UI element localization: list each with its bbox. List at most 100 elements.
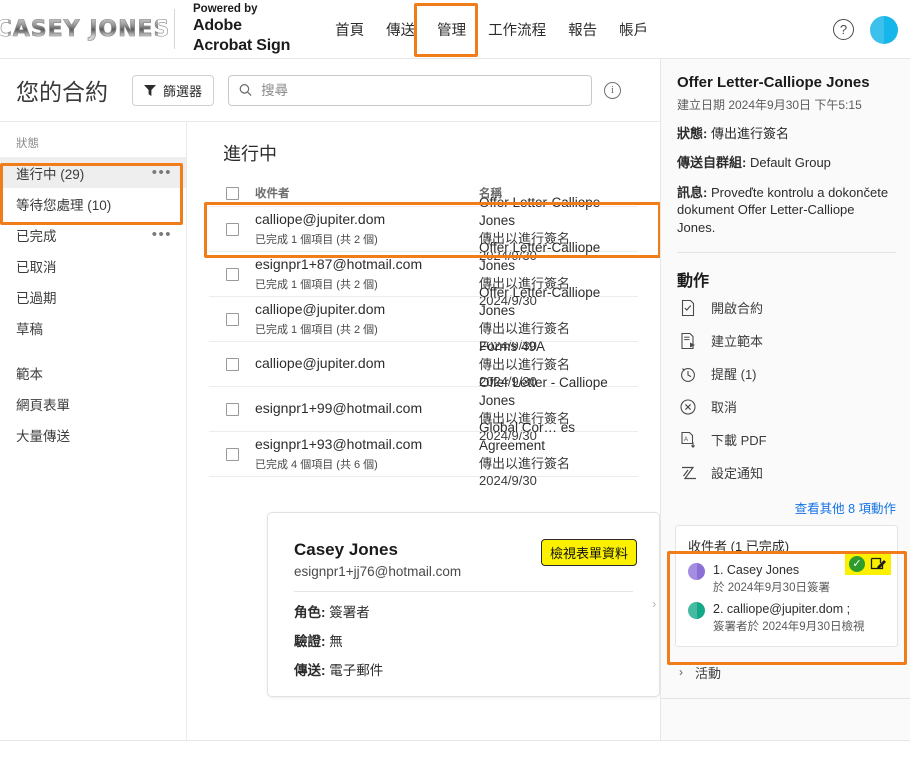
detail-card-delivery: 傳送: 電子郵件 [268,650,659,679]
activity-label: 活動 [695,665,722,681]
filter-label: 篩選器 [163,83,203,99]
chevron-right-icon[interactable]: › [652,597,660,611]
recipient-detail-card: Casey Jones esignpr1+jj76@hotmail.com 檢視… [267,512,660,697]
recipient-email: calliope@jupiter.dom [255,355,386,372]
recipient-name: 1. Casey Jones [713,563,800,578]
sidebar-item-draft[interactable]: 草稿 [0,312,186,343]
sidebar-item-bulk-send[interactable]: 大量傳送 [0,419,186,450]
nav-home[interactable]: 首頁 [324,12,375,47]
panel-message-field: 訊息: Proveďte kontrolu a dokončete dokume… [661,172,910,237]
search-box[interactable] [228,74,593,106]
row-select-cell [209,222,255,236]
brand-divider [174,9,175,49]
auth-value: 無 [329,634,343,649]
action-reminder[interactable]: 提醒 (1) [661,357,910,390]
sidebar-divider-gap [0,343,186,357]
acrobat-sign-label: Acrobat Sign [193,37,291,54]
table-row[interactable]: esignpr1+93@hotmail.com 已完成 4 個項目 (共 6 個… [209,420,638,488]
row-checkbox[interactable] [225,447,239,461]
recipient-email: calliope@jupiter.dom [255,301,386,318]
row-recipient-cell: esignpr1+99@hotmail.com [255,400,479,418]
row-recipient-cell: calliope@jupiter.dom [255,355,479,373]
nav-send[interactable]: 傳送 [375,12,426,47]
row-recipient-cell: calliope@jupiter.dom 已完成 1 個項目 (共 2 個) [255,211,479,247]
row-select-cell [209,447,255,461]
panel-group-field: 傳送自群組: Default Group [661,142,910,172]
recipient-info: 2. calliope@jupiter.dom ; 簽署者於 2024年9月30… [713,601,864,634]
more-actions-link[interactable]: 查看其他 8 項動作 [661,489,910,517]
agreement-name: Offer Letter-Calliope Jones [479,285,601,318]
agreement-name: Offer Letter-Calliope Jones [479,195,601,228]
view-form-data-button[interactable]: 檢視表單資料 [540,539,637,566]
recipient-calliope[interactable]: 2. calliope@jupiter.dom ; 簽署者於 2024年9月30… [688,601,887,634]
sidebar-item-templates[interactable]: 範本 [0,357,186,388]
funnel-icon [144,84,156,96]
action-set-notification[interactable]: 設定通知 [661,456,910,489]
sidebar-item-in-progress[interactable]: 進行中 (29) ••• [0,157,186,188]
action-download-pdf[interactable]: A 下載 PDF [661,423,910,456]
row-recipient-cell: calliope@jupiter.dom 已完成 1 個項目 (共 2 個) [255,301,479,337]
row-checkbox[interactable] [225,357,239,371]
recipient-email: esignpr1+87@hotmail.com [255,256,423,273]
agreement-status: 傳出以進行簽名 [479,356,571,372]
action-cancel[interactable]: 取消 [661,390,910,423]
action-label: 建立範本 [711,334,764,350]
document-check-icon [681,299,695,316]
nav-account[interactable]: 帳戶 [608,12,659,47]
search-input[interactable] [261,82,582,98]
select-all-cell [209,186,255,200]
info-icon[interactable]: i [604,81,622,99]
select-all-checkbox[interactable] [225,186,239,200]
row-checkbox[interactable] [225,222,239,236]
nav-reports[interactable]: 報告 [557,12,608,47]
adobe-acrobat-sign-branding: Powered by Adobe Acrobat Sign [193,2,290,55]
action-label: 取消 [711,400,738,416]
row-checkbox[interactable] [225,267,239,281]
footer-bar [0,740,910,768]
powered-by-label: Powered by [193,3,258,16]
detail-card-role: 角色: 簽署者 [268,592,659,621]
activity-section-toggle[interactable]: › 活動 [661,647,910,682]
adobe-label: Adobe [193,17,242,35]
nav-manage[interactable]: 管理 [426,12,477,47]
action-create-template[interactable]: 建立範本 [661,324,910,357]
nav-workflow[interactable]: 工作流程 [477,12,557,47]
cancel-circle-icon [680,399,696,415]
action-open-agreement[interactable]: 開啟合約 [661,291,910,324]
sidebar-item-completed[interactable]: 已完成 ••• [0,219,186,250]
row-checkbox[interactable] [225,312,239,326]
recipients-box: 收件者 (1 已完成) 1. Casey Jones 於 2024年9月30日簽… [675,525,898,647]
sidebar-item-expired[interactable]: 已過期 [0,281,186,312]
recipient-email: calliope@jupiter.dom [255,211,386,228]
row-select-cell [209,267,255,281]
row-name-cell: Global Cor… es Agreement 傳出以進行簽名 2024/9/… [479,419,638,489]
user-avatar[interactable] [870,15,898,44]
chevron-right-icon: › [679,665,683,680]
action-label: 開啟合約 [711,301,764,317]
table-row[interactable]: calliope@jupiter.dom 已完成 1 個項目 (共 2 個) O… [209,285,638,353]
filter-button[interactable]: 篩選器 [132,74,215,106]
sidebar-item-cancelled[interactable]: 已取消 [0,250,186,281]
sidebar-item-label: 已完成 [16,228,57,244]
sidebar-section-label: 狀態 [16,138,39,150]
top-bar-right-controls: ? [833,0,898,59]
sidebar-item-label: 進行中 (29) [16,166,85,182]
help-icon[interactable]: ? [833,19,854,40]
edit-signature-icon[interactable] [870,555,887,572]
panel-status-value: 傳出進行簽名 [710,125,789,141]
sidebar-more-icon[interactable]: ••• [152,226,172,243]
row-checkbox[interactable] [225,402,239,416]
sidebar-more-icon[interactable]: ••• [152,164,172,181]
recipient-status: 簽署者於 2024年9月30日檢視 [713,620,865,633]
action-label: 下載 PDF [711,433,767,449]
panel-status-label: 狀態: [677,125,708,141]
sidebar-item-waiting-for-you[interactable]: 等待您處理 (10) [0,188,186,219]
template-icon [681,332,695,349]
top-navigation-bar: CASEY JONES Powered by Adobe Acrobat Sig… [0,0,910,59]
page-title: 您的合約 [16,79,108,105]
sidebar-item-web-forms[interactable]: 網頁表單 [0,388,186,419]
search-icon [239,84,252,97]
row-select-cell [209,312,255,326]
panel-message-label: 訊息: [677,184,708,200]
left-sidebar: 狀態 進行中 (29) ••• 等待您處理 (10) 已完成 ••• 已取消 已… [0,121,186,740]
